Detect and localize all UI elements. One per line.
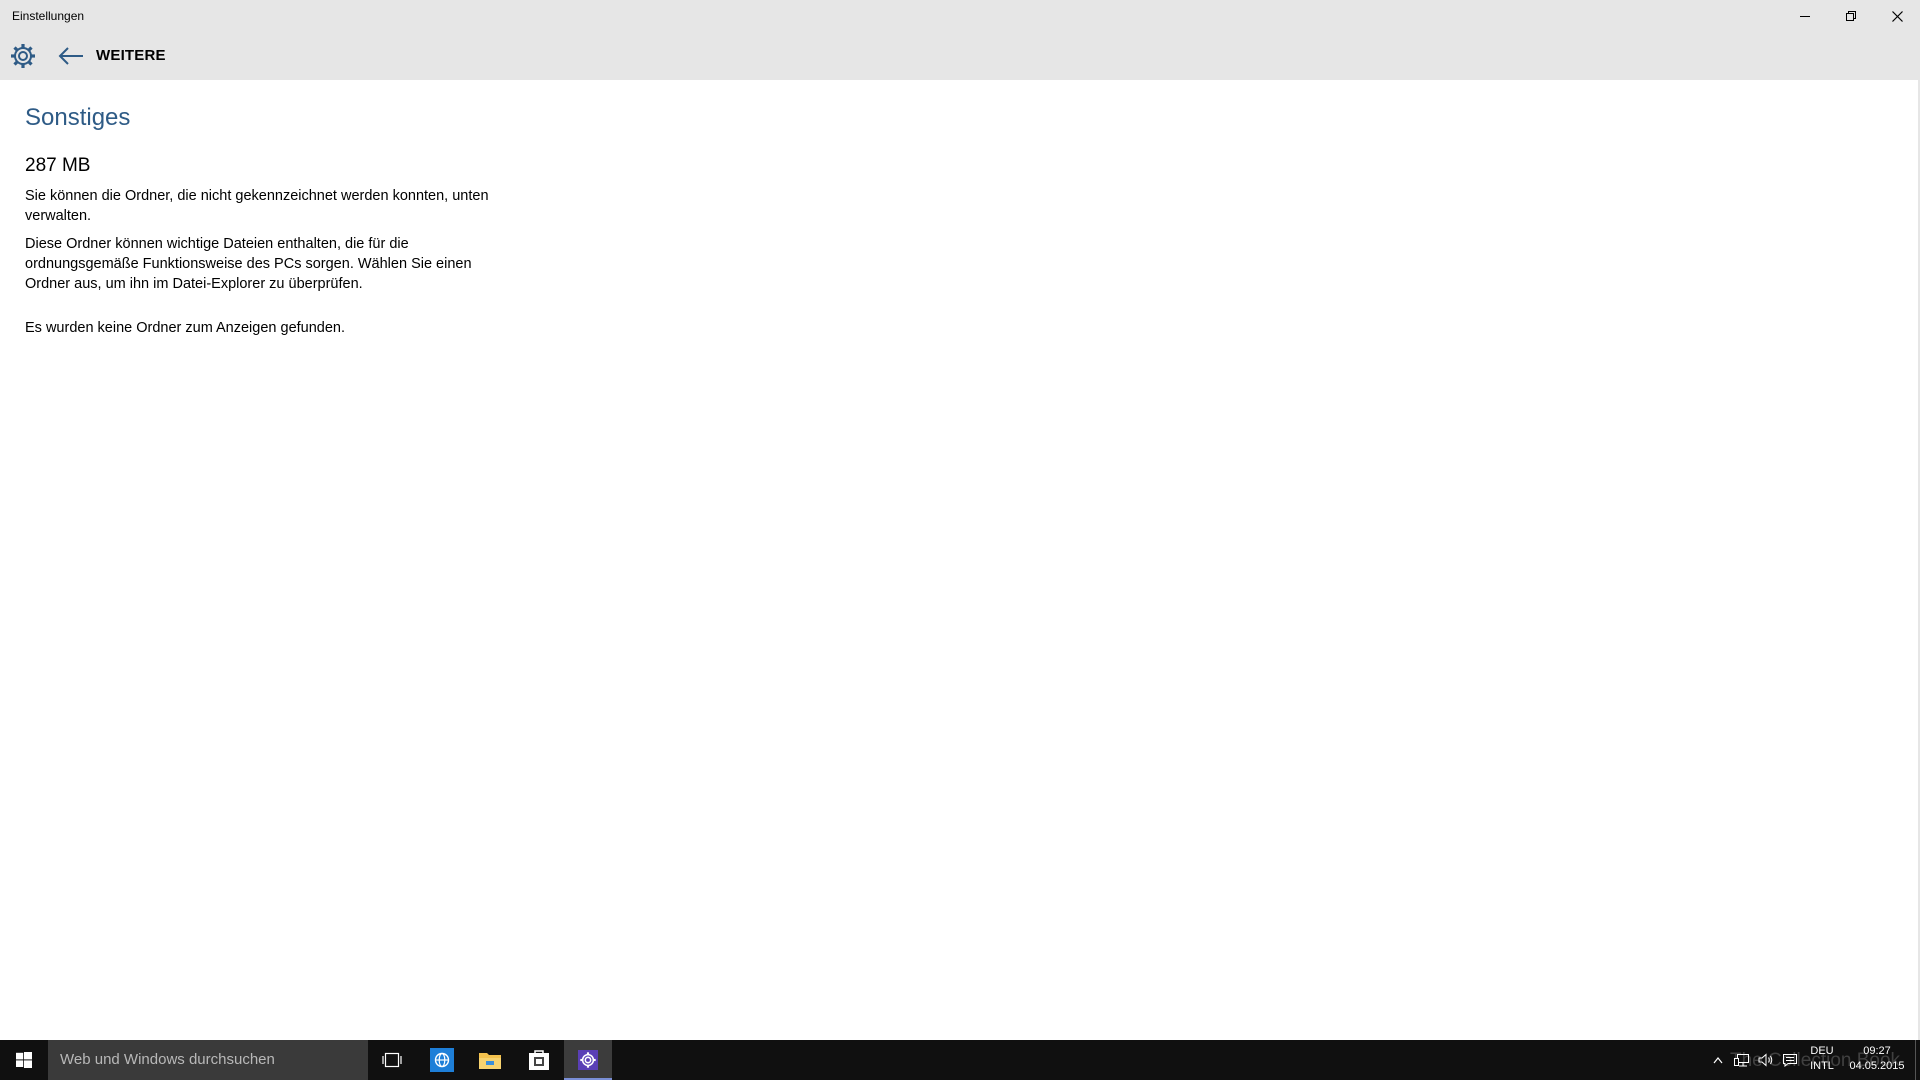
tray-up-arrow-icon xyxy=(1713,1057,1723,1064)
file-explorer-button[interactable] xyxy=(466,1040,514,1080)
storage-size: 287 MB xyxy=(25,155,91,176)
windows-start-icon xyxy=(16,1052,32,1068)
clock-time: 09:27 xyxy=(1863,1045,1891,1057)
title-bar: Einstellungen xyxy=(0,0,1920,32)
section-title: WEITERE xyxy=(96,47,166,64)
network-button[interactable] xyxy=(1730,1040,1754,1080)
back-arrow-icon[interactable] xyxy=(58,44,84,68)
internet-explorer-button[interactable] xyxy=(418,1040,466,1080)
volume-icon xyxy=(1758,1053,1773,1067)
window-title: Einstellungen xyxy=(12,9,85,23)
page-title: Sonstiges xyxy=(25,104,131,131)
input-language-indicator[interactable]: DEU INTL xyxy=(1804,1044,1840,1074)
settings-icon xyxy=(578,1050,598,1070)
store-button[interactable] xyxy=(515,1040,563,1080)
store-icon xyxy=(529,1050,549,1070)
action-center-button[interactable] xyxy=(1778,1040,1802,1080)
language-code: DEU xyxy=(1810,1045,1834,1057)
gear-icon[interactable] xyxy=(10,43,36,69)
minimize-icon xyxy=(1800,16,1810,17)
empty-state-text: Es wurden keine Ordner zum Anzeigen gefu… xyxy=(25,320,346,336)
settings-taskbar-button[interactable] xyxy=(564,1040,612,1080)
internet-explorer-icon xyxy=(430,1048,454,1072)
taskbar: Web und Windows durchsuchen The Collecti… xyxy=(0,1040,1920,1080)
task-view-button[interactable] xyxy=(368,1040,416,1080)
restore-button[interactable] xyxy=(1828,0,1874,32)
action-center-icon xyxy=(1783,1054,1797,1067)
restore-icon xyxy=(1846,11,1856,21)
file-explorer-icon xyxy=(479,1053,501,1069)
close-icon xyxy=(1891,10,1903,22)
settings-header: WEITERE xyxy=(0,32,1920,80)
search-box[interactable]: Web und Windows durchsuchen xyxy=(48,1040,368,1080)
minimize-button[interactable] xyxy=(1782,0,1828,32)
system-clock[interactable]: 09:27 04.05.2015 xyxy=(1844,1044,1910,1074)
task-view-icon xyxy=(382,1052,402,1068)
description-paragraph: Sie können die Ordner, die nicht gekennz… xyxy=(25,188,489,224)
info-paragraph: Diese Ordner können wichtige Dateien ent… xyxy=(25,236,472,292)
volume-button[interactable] xyxy=(1754,1040,1778,1080)
clock-date: 04.05.2015 xyxy=(1849,1060,1905,1072)
show-desktop-button[interactable] xyxy=(1915,1040,1920,1080)
show-hidden-icons-button[interactable] xyxy=(1706,1040,1730,1080)
close-button[interactable] xyxy=(1874,0,1920,32)
network-icon xyxy=(1734,1054,1749,1067)
keyboard-layout: INTL xyxy=(1810,1060,1834,1072)
start-button[interactable] xyxy=(0,1040,48,1080)
